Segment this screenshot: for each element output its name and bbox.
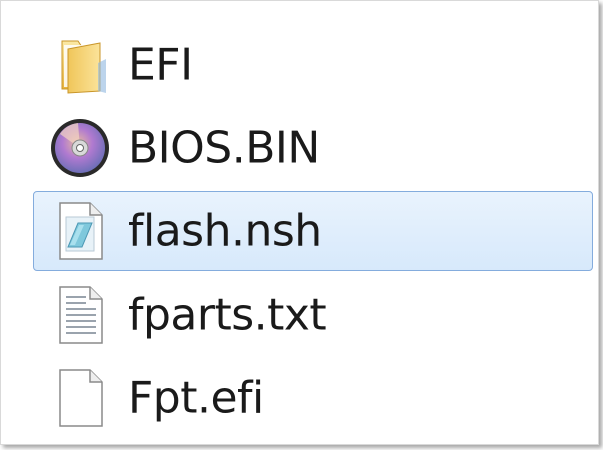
file-row-fparts-txt[interactable]: fparts.txt [33, 275, 593, 355]
file-row-bios-bin[interactable]: BIOS.BIN [33, 108, 593, 188]
file-list: EFI BIOS.BIN flash.nsh fparts.txt Fpt.ef… [1, 1, 598, 444]
file-name: fparts.txt [128, 289, 327, 341]
file-name: Fpt.efi [128, 372, 264, 424]
folder-icon [48, 33, 112, 97]
file-row-fpt-efi[interactable]: Fpt.efi [33, 358, 593, 438]
text-file-icon [48, 283, 112, 347]
explorer-file-pane: EFI BIOS.BIN flash.nsh fparts.txt Fpt.ef… [0, 0, 599, 445]
file-name: EFI [128, 39, 193, 91]
script-file-icon [48, 199, 112, 263]
file-name: BIOS.BIN [128, 122, 320, 174]
blank-file-icon [48, 366, 112, 430]
file-row-flash-nsh[interactable]: flash.nsh [33, 191, 593, 271]
disc-image-icon [48, 116, 112, 180]
file-name: flash.nsh [128, 205, 322, 257]
file-row-efi[interactable]: EFI [33, 25, 593, 105]
